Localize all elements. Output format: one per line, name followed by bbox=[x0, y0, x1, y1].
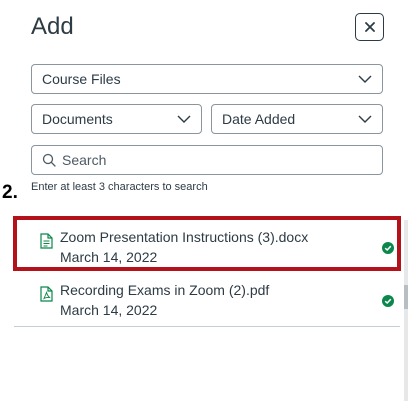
close-icon bbox=[364, 22, 375, 32]
search-hint: Enter at least 3 characters to search bbox=[31, 181, 208, 193]
search-placeholder: Search bbox=[62, 152, 107, 168]
scrollbar-thumb[interactable] bbox=[404, 285, 408, 309]
check-circle-icon bbox=[382, 295, 394, 307]
step-annotation: 2. bbox=[2, 182, 18, 203]
sort-select[interactable]: Date Added bbox=[211, 104, 383, 134]
search-icon bbox=[42, 153, 56, 167]
type-select[interactable]: Documents bbox=[31, 104, 202, 134]
search-input[interactable]: Search bbox=[31, 145, 383, 175]
file-name: Recording Exams in Zoom (2).pdf bbox=[60, 282, 270, 298]
file-item[interactable]: Recording Exams in Zoom (2).pdf March 14… bbox=[40, 280, 394, 324]
chevron-down-icon bbox=[177, 115, 191, 123]
chevron-down-icon bbox=[358, 75, 372, 83]
dialog-title: Add bbox=[31, 13, 74, 40]
scrollbar[interactable] bbox=[404, 220, 408, 401]
divider bbox=[14, 326, 400, 327]
chevron-down-icon bbox=[358, 115, 372, 123]
highlight-box bbox=[13, 216, 401, 271]
source-select[interactable]: Course Files bbox=[31, 64, 383, 94]
pdf-icon bbox=[40, 286, 53, 302]
close-button[interactable] bbox=[355, 13, 384, 41]
type-select-value: Documents bbox=[42, 111, 113, 127]
file-date: March 14, 2022 bbox=[60, 302, 158, 318]
source-select-value: Course Files bbox=[42, 71, 121, 87]
sort-select-value: Date Added bbox=[222, 111, 296, 127]
